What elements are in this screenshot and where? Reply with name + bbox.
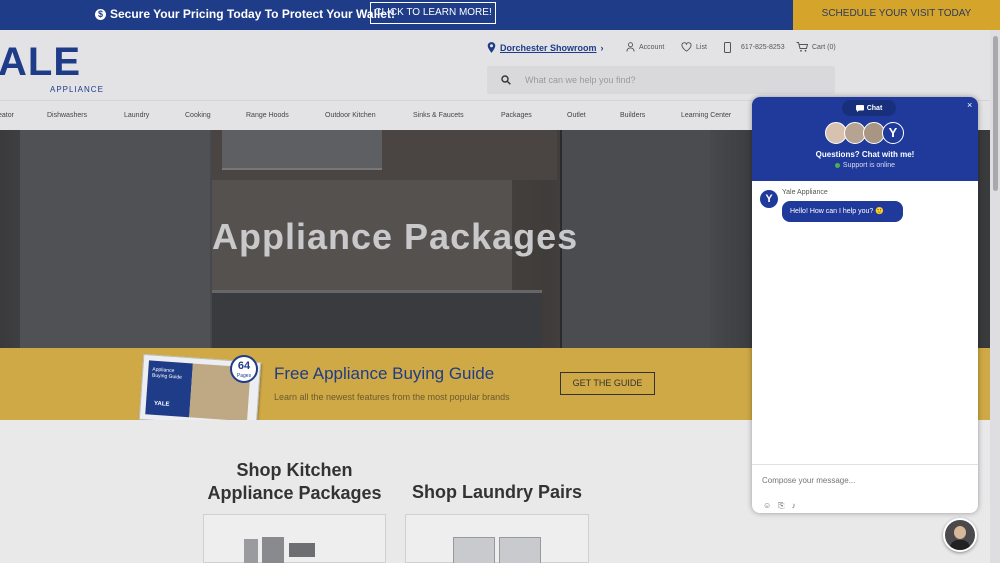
schedule-visit-button[interactable]: SCHEDULE YOUR VISIT TODAY — [793, 0, 1000, 30]
heart-icon — [681, 42, 692, 52]
chat-tab-label: Chat — [866, 104, 883, 112]
chat-launcher-button[interactable] — [943, 518, 977, 552]
compose-input[interactable] — [762, 473, 962, 487]
brand-avatar: Y — [882, 122, 904, 144]
nav-item-cooking[interactable]: Cooking — [185, 112, 211, 119]
nav-item-outdoor-kitchen[interactable]: Outdoor Kitchen — [325, 112, 376, 119]
location-pin-icon — [487, 42, 496, 53]
phone-link[interactable]: 617-825-8253 — [724, 42, 785, 53]
top-promo-bar: $ Secure Your Pricing Today To Protect Y… — [0, 0, 1000, 30]
chat-status-text: Support is online — [842, 162, 896, 169]
cart-icon — [796, 42, 808, 52]
guide-book-brand: YALE — [153, 400, 170, 408]
kitchen-appliance-image — [244, 539, 258, 563]
showroom-link[interactable]: Dorchester Showroom — [500, 43, 597, 53]
kitchen-microwave-image — [289, 543, 315, 557]
search-icon — [501, 75, 511, 85]
chat-header: Chat × Y Questions? Chat with me! Suppor… — [752, 97, 978, 181]
compose-divider — [752, 464, 978, 465]
info-icon: $ — [95, 8, 106, 20]
chat-tab[interactable]: Chat — [842, 100, 896, 116]
cart-label: Cart (0) — [812, 43, 836, 51]
nav-item-sinks-faucets[interactable]: Sinks & Faucets — [413, 112, 464, 119]
laundry-pair-card[interactable] — [405, 514, 589, 563]
attachment-icon[interactable]: ⎘ — [778, 501, 784, 511]
dryer-image — [499, 537, 541, 563]
kitchen-package-card[interactable] — [203, 514, 386, 563]
nav-item-refrigerator[interactable]: eator — [0, 112, 14, 119]
pages-count: 64 — [237, 360, 251, 372]
nav-item-builders[interactable]: Builders — [620, 112, 645, 119]
promo-message: $ Secure Your Pricing Today To Protect Y… — [95, 7, 395, 21]
nav-item-range-hoods[interactable]: Range Hoods — [246, 112, 289, 119]
chat-status: Support is online — [752, 162, 978, 169]
shop-kitchen-title-line2: Appliance Packages — [207, 483, 382, 503]
guide-subtitle: Learn all the newest features from the m… — [274, 392, 510, 402]
hero-microwave — [222, 130, 382, 170]
guide-book-cover: Appliance Buying Guide YALE — [145, 360, 193, 418]
shop-kitchen-title-line1: Shop Kitchen — [236, 460, 353, 480]
phone-icon — [724, 42, 731, 53]
shop-kitchen-title[interactable]: Shop Kitchen Appliance Packages — [203, 459, 386, 505]
nav-item-dishwashers[interactable]: Dishwashers — [47, 112, 87, 119]
get-the-guide-button[interactable]: GET THE GUIDE — [560, 372, 655, 395]
guide-title: Free Appliance Buying Guide — [274, 364, 495, 383]
nav-item-packages[interactable]: Packages — [501, 112, 532, 119]
online-dot-icon — [834, 162, 840, 168]
showroom-selector[interactable]: Dorchester Showroom › — [487, 42, 604, 53]
scrollbar-thumb[interactable] — [993, 36, 998, 191]
kitchen-fridge-image — [262, 537, 284, 563]
phone-number: 617-825-8253 — [741, 44, 785, 51]
chat-headline: Questions? Chat with me! — [815, 150, 915, 159]
chevron-right-icon: › — [600, 42, 604, 53]
account-link[interactable]: Account — [626, 42, 664, 52]
shop-laundry-title[interactable]: Shop Laundry Pairs — [405, 482, 589, 503]
hero-fridge-right — [560, 130, 710, 348]
nav-item-learning-center[interactable]: Learning Center — [681, 112, 731, 119]
nav-item-laundry[interactable]: Laundry — [124, 112, 149, 119]
pages-badge: 64 Pages — [230, 355, 258, 383]
voice-icon[interactable]: ♪ — [792, 501, 796, 511]
logo-subtitle: APPLIANCE — [50, 85, 104, 94]
agent-face — [954, 526, 966, 539]
bot-message: Hello! How can I help you? 🙂 — [782, 201, 903, 222]
nav-item-outlet[interactable]: Outlet — [567, 112, 586, 119]
chat-widget: Chat × Y Questions? Chat with me! Suppor… — [752, 97, 978, 513]
pages-unit: Pages — [236, 373, 252, 379]
list-link[interactable]: List — [681, 42, 707, 52]
cart-link[interactable]: Cart (0) — [796, 42, 836, 52]
chat-bubble-icon — [855, 104, 864, 112]
search-box[interactable]: What can we help you find? — [487, 66, 835, 94]
bot-avatar: Y — [760, 190, 778, 208]
site-header: ALE APPLIANCE Dorchester Showroom › Acco… — [0, 30, 1000, 100]
page-scrollbar[interactable] — [990, 30, 1000, 563]
agent-body — [950, 540, 970, 550]
agent-avatars: Y — [825, 122, 904, 144]
site-logo[interactable]: ALE — [0, 42, 81, 82]
chat-toolbar: ☺ ⎘ ♪ — [763, 501, 796, 511]
learn-more-button[interactable]: CLICK TO LEARN MORE! — [370, 2, 496, 24]
list-label: List — [696, 43, 707, 51]
guide-book-title: Appliance Buying Guide — [151, 366, 183, 381]
emoji-icon[interactable]: ☺ — [763, 501, 771, 511]
bot-name: Yale Appliance — [782, 189, 828, 196]
washer-image — [453, 537, 495, 563]
close-icon[interactable]: × — [967, 100, 972, 110]
promo-text: Secure Your Pricing Today To Protect You… — [110, 7, 395, 21]
search-placeholder[interactable]: What can we help you find? — [525, 75, 636, 85]
user-icon — [626, 42, 635, 52]
hero-range — [212, 290, 542, 348]
hero-title: Appliance Packages — [212, 216, 579, 257]
account-label: Account — [639, 43, 665, 51]
hero-fridge-left — [20, 130, 210, 348]
